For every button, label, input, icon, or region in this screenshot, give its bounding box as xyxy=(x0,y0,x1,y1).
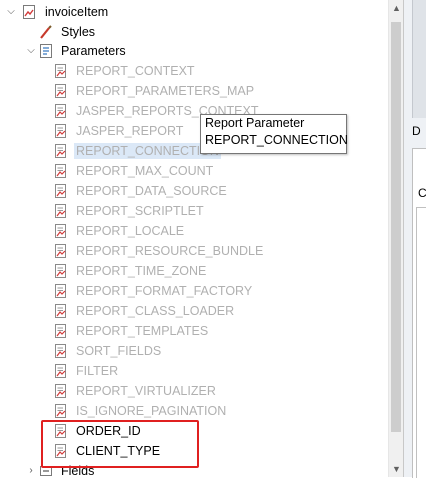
parameter-icon xyxy=(53,323,69,339)
parameter-icon xyxy=(53,103,69,119)
collapse-arrow-icon[interactable]: ⌵ xyxy=(26,46,36,56)
tree-node-root[interactable]: ⌵ invoiceItem xyxy=(6,2,110,22)
parameter-icon xyxy=(53,243,69,259)
parameter-icon xyxy=(53,303,69,319)
parameters-folder-icon xyxy=(38,43,54,59)
right-panel-tab-d[interactable]: D xyxy=(412,124,421,138)
tooltip-title: Report Parameter xyxy=(205,116,305,130)
parameter-icon xyxy=(53,203,69,219)
expand-arrow-icon[interactable]: › xyxy=(26,466,36,476)
tree-node-styles-label: Styles xyxy=(61,25,96,39)
parameter-icon xyxy=(53,163,69,179)
parameter-item[interactable]: CLIENT_TYPE xyxy=(53,441,162,461)
tooltip-value: REPORT_CONNECTION xyxy=(205,133,348,147)
parameter-item[interactable]: REPORT_CONNECTION xyxy=(53,141,221,161)
parameter-item[interactable]: REPORT_TEMPLATES xyxy=(53,321,210,341)
parameter-icon xyxy=(53,183,69,199)
parameter-label: REPORT_CONNECTION xyxy=(74,143,221,159)
right-panel-inner xyxy=(416,207,426,478)
parameter-label: IS_IGNORE_PAGINATION xyxy=(76,404,227,418)
parameter-label: REPORT_CONTEXT xyxy=(76,64,195,78)
parameter-icon xyxy=(53,143,69,159)
parameter-label: SORT_FIELDS xyxy=(76,344,162,358)
parameter-item[interactable]: REPORT_RESOURCE_BUNDLE xyxy=(53,241,265,261)
parameter-icon xyxy=(53,343,69,359)
right-panel-edge: D C xyxy=(403,0,426,478)
right-panel-band xyxy=(412,0,426,118)
parameter-label: REPORT_TIME_ZONE xyxy=(76,264,207,278)
scrollbar-thumb[interactable] xyxy=(391,22,401,432)
tree-node-fields[interactable]: › Fields xyxy=(26,461,96,481)
parameter-tooltip: Report Parameter REPORT_CONNECTION xyxy=(200,114,348,154)
parameter-icon xyxy=(53,123,69,139)
tree-node-root-label: invoiceItem xyxy=(45,5,109,19)
parameter-item[interactable]: REPORT_CONTEXT xyxy=(53,61,197,81)
tree-node-parameters-label: Parameters xyxy=(61,44,126,58)
parameter-label: CLIENT_TYPE xyxy=(76,444,161,458)
parameter-item[interactable]: SORT_FIELDS xyxy=(53,341,163,361)
parameter-item[interactable]: JASPER_REPORT xyxy=(53,121,185,141)
parameter-icon xyxy=(53,403,69,419)
right-panel-tab-c[interactable]: C xyxy=(418,186,426,200)
parameter-icon xyxy=(53,423,69,439)
parameter-item[interactable]: REPORT_DATA_SOURCE xyxy=(53,181,229,201)
parameter-icon xyxy=(53,263,69,279)
parameter-icon xyxy=(53,223,69,239)
vertical-scrollbar[interactable]: ▲ ▼ xyxy=(388,0,404,477)
parameter-label: REPORT_CLASS_LOADER xyxy=(76,304,235,318)
parameter-label: ORDER_ID xyxy=(76,424,141,438)
parameter-icon xyxy=(53,283,69,299)
parameter-label: REPORT_DATA_SOURCE xyxy=(76,184,227,198)
parameter-item[interactable]: REPORT_LOCALE xyxy=(53,221,186,241)
parameter-label: REPORT_LOCALE xyxy=(76,224,185,238)
parameter-icon xyxy=(53,383,69,399)
parameter-label: REPORT_TEMPLATES xyxy=(76,324,209,338)
parameter-label: REPORT_RESOURCE_BUNDLE xyxy=(76,244,264,258)
scroll-up-arrow-icon[interactable]: ▲ xyxy=(389,0,404,16)
parameter-item[interactable]: REPORT_MAX_COUNT xyxy=(53,161,215,181)
parameter-icon xyxy=(53,83,69,99)
parameter-label: REPORT_PARAMETERS_MAP xyxy=(76,84,255,98)
parameter-item[interactable]: REPORT_PARAMETERS_MAP xyxy=(53,81,256,101)
parameter-item[interactable]: REPORT_TIME_ZONE xyxy=(53,261,208,281)
parameter-item[interactable]: ORDER_ID xyxy=(53,421,143,441)
parameter-icon xyxy=(53,63,69,79)
parameter-label: JASPER_REPORT xyxy=(76,124,184,138)
parameter-item[interactable]: IS_IGNORE_PAGINATION xyxy=(53,401,228,421)
outline-tree: ⌵ invoiceItem Styles ⌵ Parameters REPORT… xyxy=(0,0,392,478)
parameter-label: REPORT_VIRTUALIZER xyxy=(76,384,216,398)
parameter-item[interactable]: REPORT_VIRTUALIZER xyxy=(53,381,218,401)
parameter-label: FILTER xyxy=(76,364,119,378)
report-icon xyxy=(22,4,38,20)
parameter-item[interactable]: REPORT_FORMAT_FACTORY xyxy=(53,281,254,301)
tree-node-styles[interactable]: Styles xyxy=(38,22,97,42)
parameter-icon xyxy=(53,363,69,379)
brush-icon xyxy=(38,24,54,40)
parameter-item[interactable]: REPORT_CLASS_LOADER xyxy=(53,301,236,321)
parameter-item[interactable]: FILTER xyxy=(53,361,120,381)
parameter-label: REPORT_FORMAT_FACTORY xyxy=(76,284,253,298)
tree-node-parameters[interactable]: ⌵ Parameters xyxy=(26,41,128,61)
parameter-label: REPORT_MAX_COUNT xyxy=(76,164,214,178)
parameter-item[interactable]: REPORT_SCRIPTLET xyxy=(53,201,206,221)
collapse-arrow-icon[interactable]: ⌵ xyxy=(6,7,16,17)
parameter-icon xyxy=(53,443,69,459)
parameter-label: REPORT_SCRIPTLET xyxy=(76,204,204,218)
scroll-down-arrow-icon[interactable]: ▼ xyxy=(389,461,404,477)
